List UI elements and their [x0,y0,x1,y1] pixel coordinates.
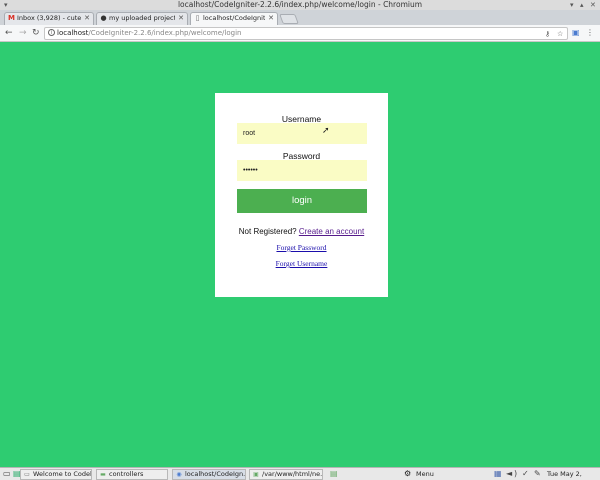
url-host: localhost [57,29,89,37]
forget-username-link[interactable]: Forget Username [215,259,388,268]
folder-icon: ▬ [100,471,106,478]
tab-label: localhost/CodeIgnite [203,14,265,22]
minimize-icon[interactable]: ▾ [570,1,574,9]
window-icon: ▭ [24,471,30,478]
menu-label: Menu [416,470,434,478]
volume-icon[interactable]: ◄ [506,469,512,479]
page-icon: ▯ [195,14,200,22]
pen-icon[interactable]: ✎ [534,469,541,479]
sound-waves-icon: ) [514,469,518,478]
browser-toolbar: ← → ↻ i localhost/CodeIgniter-2.2.6/inde… [0,25,600,42]
taskbar-item-welcome[interactable]: ▭ Welcome to Codel... [20,469,92,480]
menu-gear-icon: ⚙ [404,469,412,478]
login-button[interactable]: login [237,189,367,213]
forget-password-link[interactable]: Forget Password [215,243,388,252]
window-title: localhost/CodeIgniter-2.2.6/index.php/we… [177,0,423,9]
password-field[interactable]: •••••• [237,160,367,181]
forward-icon[interactable]: → [19,28,27,38]
back-icon[interactable]: ← [5,28,13,38]
create-account-link[interactable]: Create an account [299,227,364,236]
close-tab-icon[interactable]: ✕ [268,13,274,24]
url-path: /CodeIgniter-2.2.6/index.php/welcome/log… [88,29,242,37]
register-prompt: Not Registered? Create an account [215,227,388,236]
username-field[interactable]: root [237,123,367,144]
workspace-icon[interactable]: ▤ [330,469,338,479]
window-menu-icon[interactable]: ▾ [4,1,8,9]
tab-strip: M Inbox (3,928) - cutey ✕ ● my uploaded … [0,10,600,25]
menu-icon[interactable]: ⋮ [586,28,594,38]
close-tab-icon[interactable]: ✕ [178,13,184,24]
login-panel: Username root Password •••••• login Not … [215,93,388,297]
mouse-cursor-icon: ➚ [322,126,330,136]
taskbar-item-label: controllers [109,470,144,478]
info-icon[interactable]: i [48,29,55,36]
tab-inbox[interactable]: M Inbox (3,928) - cutey ✕ [4,12,94,25]
desktop-icon[interactable]: ▭ [3,469,11,479]
gmail-icon: M [8,14,15,22]
bookmark-star-icon[interactable]: ☆ [557,29,563,40]
taskbar-item-label: localhost/CodeIgn... [185,470,246,478]
menu-button[interactable]: ⚙ Menu [404,469,434,479]
terminal-icon: ▣ [253,471,259,478]
taskbar-item-label: /var/www/html/ne... [262,470,323,478]
tab-localhost[interactable]: ▯ localhost/CodeIgnite ✕ [190,12,278,25]
tab-label: my uploaded project [109,14,175,22]
maximize-icon[interactable]: ▴ [580,1,584,9]
github-icon: ● [100,14,107,22]
reload-icon[interactable]: ↻ [32,28,40,38]
close-tab-icon[interactable]: ✕ [84,13,90,24]
window-titlebar: ▾ localhost/CodeIgniter-2.2.6/index.php/… [0,0,600,10]
key-icon[interactable]: ⚷ [545,29,550,40]
translate-icon[interactable]: ▣ [572,28,580,38]
chromium-icon: ◉ [176,471,182,478]
taskbar: ▭ ▤ ▭ Welcome to Codel... ▬ controllers … [0,467,600,480]
check-icon[interactable]: ✓ [522,469,529,479]
tab-label: Inbox (3,928) - cutey [17,14,81,22]
address-bar[interactable]: i localhost/CodeIgniter-2.2.6/index.php/… [44,27,568,40]
new-tab-button[interactable] [279,14,299,24]
not-registered-text: Not Registered? [238,227,297,236]
taskbar-item-chromium[interactable]: ◉ localhost/CodeIgn... [172,469,246,480]
taskbar-item-controllers[interactable]: ▬ controllers [96,469,168,480]
taskbar-item-terminal[interactable]: ▣ /var/www/html/ne... [249,469,323,480]
clock: Tue May 2, 11:05 [547,470,582,478]
tab-github[interactable]: ● my uploaded project ✕ [96,12,188,25]
close-window-icon[interactable]: ✕ [590,1,596,9]
network-icon[interactable]: ▦ [494,469,502,479]
taskbar-item-label: Welcome to Codel... [33,470,92,478]
